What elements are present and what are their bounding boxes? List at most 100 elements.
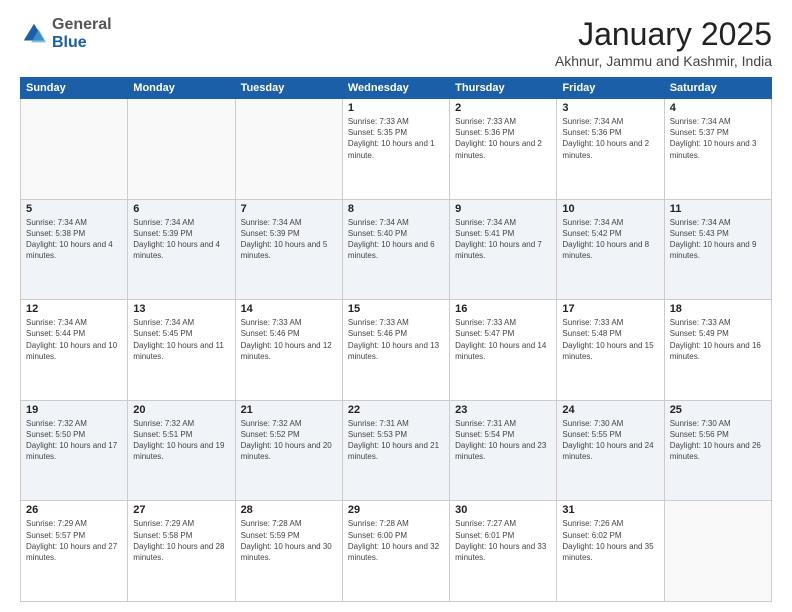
day-detail: Sunrise: 7:28 AMSunset: 6:00 PMDaylight:… xyxy=(348,518,444,563)
day-number: 14 xyxy=(241,303,337,315)
calendar-cell: 3 Sunrise: 7:34 AMSunset: 5:36 PMDaylight… xyxy=(557,99,664,200)
calendar-cell xyxy=(664,501,771,602)
day-detail: Sunrise: 7:34 AMSunset: 5:41 PMDaylight:… xyxy=(455,217,551,262)
calendar-cell: 16Sunrise: 7:33 AMSunset: 5:47 PMDayligh… xyxy=(450,300,557,401)
day-number: 24 xyxy=(562,404,658,416)
calendar-cell: 8 Sunrise: 7:34 AMSunset: 5:40 PMDaylight… xyxy=(342,199,449,300)
calendar-cell: 2 Sunrise: 7:33 AMSunset: 5:36 PMDaylight… xyxy=(450,99,557,200)
day-detail: Sunrise: 7:33 AMSunset: 5:35 PMDaylight:… xyxy=(348,116,444,161)
day-number: 9 xyxy=(455,203,551,215)
day-detail: Sunrise: 7:34 AMSunset: 5:40 PMDaylight:… xyxy=(348,217,444,262)
calendar-cell: 11Sunrise: 7:34 AMSunset: 5:43 PMDayligh… xyxy=(664,199,771,300)
calendar-cell: 12Sunrise: 7:34 AMSunset: 5:44 PMDayligh… xyxy=(21,300,128,401)
day-number: 10 xyxy=(562,203,658,215)
calendar-cell: 26 Sunrise: 7:29 AMSunset: 5:57 PMDayligh… xyxy=(21,501,128,602)
day-number: 4 xyxy=(670,102,766,114)
day-detail: Sunrise: 7:29 AMSunset: 5:58 PMDaylight:… xyxy=(133,518,229,563)
calendar-cell xyxy=(235,99,342,200)
day-header-thursday: Thursday xyxy=(450,78,557,99)
day-detail: Sunrise: 7:28 AMSunset: 5:59 PMDaylight:… xyxy=(241,518,337,563)
day-number: 23 xyxy=(455,404,551,416)
calendar-cell: 19 Sunrise: 7:32 AMSunset: 5:50 PMDayligh… xyxy=(21,400,128,501)
calendar-cell: 28 Sunrise: 7:28 AMSunset: 5:59 PMDayligh… xyxy=(235,501,342,602)
day-number: 25 xyxy=(670,404,766,416)
day-detail: Sunrise: 7:29 AMSunset: 5:57 PMDaylight:… xyxy=(26,518,122,563)
day-detail: Sunrise: 7:33 AMSunset: 5:46 PMDaylight:… xyxy=(348,317,444,362)
day-header-sunday: Sunday xyxy=(21,78,128,99)
day-detail: Sunrise: 7:27 AMSunset: 6:01 PMDaylight:… xyxy=(455,518,551,563)
day-number: 17 xyxy=(562,303,658,315)
calendar-cell: 13Sunrise: 7:34 AMSunset: 5:45 PMDayligh… xyxy=(128,300,235,401)
calendar-cell: 25Sunrise: 7:30 AMSunset: 5:56 PMDayligh… xyxy=(664,400,771,501)
logo-icon xyxy=(20,20,48,48)
page-header: General Blue January 2025 Akhnur, Jammu … xyxy=(20,16,772,69)
day-number: 15 xyxy=(348,303,444,315)
day-number: 21 xyxy=(241,404,337,416)
day-detail: Sunrise: 7:32 AMSunset: 5:51 PMDaylight:… xyxy=(133,418,229,463)
day-detail: Sunrise: 7:31 AMSunset: 5:54 PMDaylight:… xyxy=(455,418,551,463)
logo-general: General xyxy=(52,16,112,33)
day-number: 18 xyxy=(670,303,766,315)
day-number: 5 xyxy=(26,203,122,215)
week-row-2: 5 Sunrise: 7:34 AMSunset: 5:38 PMDaylight… xyxy=(21,199,772,300)
calendar-cell: 20 Sunrise: 7:32 AMSunset: 5:51 PMDayligh… xyxy=(128,400,235,501)
day-header-saturday: Saturday xyxy=(664,78,771,99)
day-number: 2 xyxy=(455,102,551,114)
calendar-cell: 23 Sunrise: 7:31 AMSunset: 5:54 PMDayligh… xyxy=(450,400,557,501)
logo-blue: Blue xyxy=(52,34,87,51)
day-number: 12 xyxy=(26,303,122,315)
calendar-cell: 30 Sunrise: 7:27 AMSunset: 6:01 PMDayligh… xyxy=(450,501,557,602)
day-detail: Sunrise: 7:34 AMSunset: 5:39 PMDaylight:… xyxy=(133,217,229,262)
calendar-cell: 21 Sunrise: 7:32 AMSunset: 5:52 PMDayligh… xyxy=(235,400,342,501)
calendar-cell: 24 Sunrise: 7:30 AMSunset: 5:55 PMDayligh… xyxy=(557,400,664,501)
calendar-cell: 4 Sunrise: 7:34 AMSunset: 5:37 PMDaylight… xyxy=(664,99,771,200)
calendar-cell: 14 Sunrise: 7:33 AMSunset: 5:46 PMDayligh… xyxy=(235,300,342,401)
header-row: SundayMondayTuesdayWednesdayThursdayFrid… xyxy=(21,78,772,99)
day-number: 20 xyxy=(133,404,229,416)
day-number: 30 xyxy=(455,504,551,516)
title-block: January 2025 Akhnur, Jammu and Kashmir, … xyxy=(555,16,772,69)
day-number: 3 xyxy=(562,102,658,114)
day-number: 28 xyxy=(241,504,337,516)
logo-text: General Blue xyxy=(52,16,112,51)
day-detail: Sunrise: 7:34 AMSunset: 5:36 PMDaylight:… xyxy=(562,116,658,161)
day-number: 8 xyxy=(348,203,444,215)
calendar-cell: 6Sunrise: 7:34 AMSunset: 5:39 PMDaylight… xyxy=(128,199,235,300)
day-number: 22 xyxy=(348,404,444,416)
calendar-cell: 22 Sunrise: 7:31 AMSunset: 5:53 PMDayligh… xyxy=(342,400,449,501)
calendar-cell: 5 Sunrise: 7:34 AMSunset: 5:38 PMDaylight… xyxy=(21,199,128,300)
calendar-subtitle: Akhnur, Jammu and Kashmir, India xyxy=(555,53,772,69)
calendar-cell: 17 Sunrise: 7:33 AMSunset: 5:48 PMDayligh… xyxy=(557,300,664,401)
day-detail: Sunrise: 7:32 AMSunset: 5:52 PMDaylight:… xyxy=(241,418,337,463)
calendar-table: SundayMondayTuesdayWednesdayThursdayFrid… xyxy=(20,77,772,602)
day-number: 13 xyxy=(133,303,229,315)
day-detail: Sunrise: 7:31 AMSunset: 5:53 PMDaylight:… xyxy=(348,418,444,463)
day-number: 26 xyxy=(26,504,122,516)
day-detail: Sunrise: 7:34 AMSunset: 5:39 PMDaylight:… xyxy=(241,217,337,262)
calendar-cell xyxy=(21,99,128,200)
calendar-cell: 29Sunrise: 7:28 AMSunset: 6:00 PMDayligh… xyxy=(342,501,449,602)
day-detail: Sunrise: 7:33 AMSunset: 5:47 PMDaylight:… xyxy=(455,317,551,362)
day-detail: Sunrise: 7:30 AMSunset: 5:55 PMDaylight:… xyxy=(562,418,658,463)
day-detail: Sunrise: 7:33 AMSunset: 5:48 PMDaylight:… xyxy=(562,317,658,362)
day-detail: Sunrise: 7:33 AMSunset: 5:46 PMDaylight:… xyxy=(241,317,337,362)
day-number: 7 xyxy=(241,203,337,215)
day-detail: Sunrise: 7:34 AMSunset: 5:37 PMDaylight:… xyxy=(670,116,766,161)
calendar-cell xyxy=(128,99,235,200)
week-row-3: 12Sunrise: 7:34 AMSunset: 5:44 PMDayligh… xyxy=(21,300,772,401)
calendar-cell: 1Sunrise: 7:33 AMSunset: 5:35 PMDaylight… xyxy=(342,99,449,200)
day-detail: Sunrise: 7:34 AMSunset: 5:42 PMDaylight:… xyxy=(562,217,658,262)
day-detail: Sunrise: 7:34 AMSunset: 5:38 PMDaylight:… xyxy=(26,217,122,262)
week-row-5: 26 Sunrise: 7:29 AMSunset: 5:57 PMDayligh… xyxy=(21,501,772,602)
calendar-cell: 18Sunrise: 7:33 AMSunset: 5:49 PMDayligh… xyxy=(664,300,771,401)
day-number: 31 xyxy=(562,504,658,516)
logo: General Blue xyxy=(20,16,112,51)
calendar-title: January 2025 xyxy=(555,16,772,53)
day-header-monday: Monday xyxy=(128,78,235,99)
calendar-cell: 10 Sunrise: 7:34 AMSunset: 5:42 PMDayligh… xyxy=(557,199,664,300)
calendar-cell: 9 Sunrise: 7:34 AMSunset: 5:41 PMDaylight… xyxy=(450,199,557,300)
day-number: 19 xyxy=(26,404,122,416)
day-detail: Sunrise: 7:32 AMSunset: 5:50 PMDaylight:… xyxy=(26,418,122,463)
day-header-wednesday: Wednesday xyxy=(342,78,449,99)
day-detail: Sunrise: 7:33 AMSunset: 5:36 PMDaylight:… xyxy=(455,116,551,161)
